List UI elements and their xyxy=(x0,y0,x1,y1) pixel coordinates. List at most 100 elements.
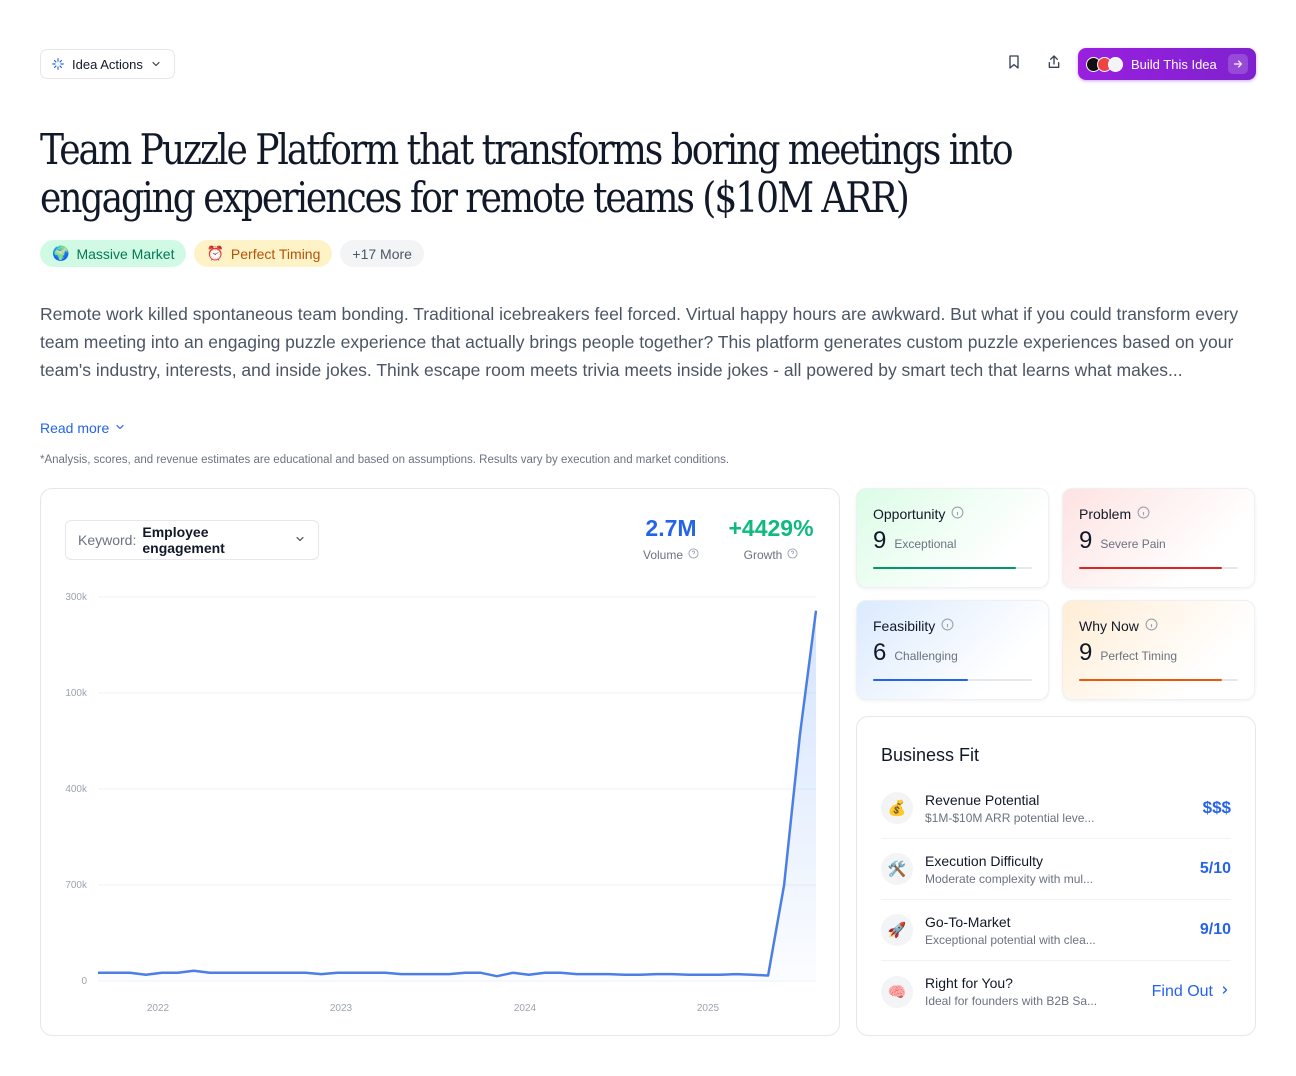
page-title: Team Puzzle Platform that transforms bor… xyxy=(40,125,1014,222)
score-value: 9 xyxy=(873,527,887,554)
idea-actions-button[interactable]: Idea Actions xyxy=(40,49,175,79)
score-value: 9 xyxy=(1079,639,1093,666)
tag-more[interactable]: +17 More xyxy=(340,240,424,267)
tag-label: Perfect Timing xyxy=(230,245,321,262)
build-this-idea-button[interactable]: Build This Idea xyxy=(1078,48,1256,80)
score-bar xyxy=(873,567,1017,569)
score-label: Feasibility xyxy=(873,618,936,634)
score-bar xyxy=(1079,567,1223,569)
read-more-link[interactable]: Read more xyxy=(40,420,126,436)
help-icon[interactable] xyxy=(688,548,699,562)
x-tick-label: 2025 xyxy=(697,1003,720,1014)
tag-list: 🌍 Massive Market ⏰ Perfect Timing +17 Mo… xyxy=(40,240,424,267)
tag-massive-market[interactable]: 🌍 Massive Market xyxy=(40,240,187,267)
disclaimer: *Analysis, scores, and revenue estimates… xyxy=(40,454,730,466)
row-value: 9/10 xyxy=(1199,921,1231,938)
x-tick-label: 2022 xyxy=(147,1003,170,1014)
bookmark-icon xyxy=(1006,54,1022,75)
sparkle-icon xyxy=(51,57,65,71)
partner-logos xyxy=(1086,56,1123,72)
row-label: Right for You? xyxy=(925,975,1013,991)
business-fit-card: Business Fit 💰 Revenue Potential $1M-$10… xyxy=(856,716,1256,1036)
money-bag-icon: 💰 xyxy=(881,792,913,824)
score-label: Why Now xyxy=(1079,618,1139,634)
rocket-icon: 🚀 xyxy=(881,914,913,946)
chevron-down-icon xyxy=(114,420,126,436)
tag-perfect-timing[interactable]: ⏰ Perfect Timing xyxy=(194,240,333,267)
help-icon[interactable] xyxy=(787,548,798,562)
score-value: 9 xyxy=(1079,527,1093,554)
row-label: Go-To-Market xyxy=(925,913,1011,930)
volume-label: Volume xyxy=(642,548,684,562)
score-desc: Perfect Timing xyxy=(1100,649,1178,663)
tag-label: Massive Market xyxy=(76,245,175,262)
info-icon[interactable] xyxy=(1137,506,1150,522)
business-fit-row-right-for-you[interactable]: 🧠 Right for You? Ideal for founders with… xyxy=(881,961,1231,1022)
score-desc: Exceptional xyxy=(894,537,957,551)
find-out-label: Find Out xyxy=(1151,982,1213,1000)
volume-value: 2.7M xyxy=(645,515,697,541)
row-value: 5/10 xyxy=(1199,860,1231,877)
row-sub: Ideal for founders with B2B Sa... xyxy=(925,994,1098,1008)
brain-icon: 🧠 xyxy=(881,975,913,1008)
logo-icon xyxy=(1108,56,1123,72)
bookmark-button[interactable] xyxy=(1000,50,1028,78)
info-icon[interactable] xyxy=(951,506,964,522)
y-tick-label: 100k xyxy=(65,688,88,699)
y-tick-label: 300k xyxy=(65,592,88,603)
globe-icon: 🌍 xyxy=(52,245,70,261)
row-label: Execution Difficulty xyxy=(925,852,1044,869)
info-icon[interactable] xyxy=(1145,618,1158,634)
score-label: Problem xyxy=(1079,506,1132,522)
chevron-down-icon xyxy=(294,532,306,548)
business-fit-title: Business Fit xyxy=(881,745,980,765)
score-card-why-now[interactable]: Why Now 9 Perfect Timing xyxy=(1062,600,1255,700)
row-label: Revenue Potential xyxy=(925,791,1040,808)
trend-chart-card: Keyword: Employee engagement 2.7M Volume… xyxy=(40,488,840,1036)
y-tick-label: 700k xyxy=(65,880,88,891)
business-fit-row-revenue[interactable]: 💰 Revenue Potential $1M-$10M ARR potenti… xyxy=(881,778,1231,839)
score-bar xyxy=(873,679,969,681)
keyword-select[interactable]: Keyword: Employee engagement xyxy=(65,520,319,560)
find-out-link[interactable]: Find Out xyxy=(1152,983,1231,1001)
score-bar xyxy=(1079,679,1223,681)
idea-actions-label: Idea Actions xyxy=(72,56,143,72)
row-sub: Moderate complexity with mul... xyxy=(925,871,1094,886)
growth-value: +4429% xyxy=(728,515,814,541)
chevron-right-icon xyxy=(1219,983,1231,1001)
score-desc: Challenging xyxy=(894,649,958,663)
score-desc: Severe Pain xyxy=(1100,537,1166,551)
score-value: 6 xyxy=(873,639,887,666)
business-fit-row-gtm[interactable]: 🚀 Go-To-Market Exceptional potential wit… xyxy=(881,900,1231,961)
share-icon xyxy=(1046,54,1062,75)
score-card-problem[interactable]: Problem 9 Severe Pain xyxy=(1062,488,1255,588)
alarm-clock-icon: ⏰ xyxy=(206,245,224,261)
growth-metric: +4429% Growth xyxy=(721,515,821,562)
trend-line xyxy=(98,610,818,978)
x-tick-label: 2024 xyxy=(514,1003,537,1014)
trend-chart: 300k 100k 400k 700k 0 2022 2023 2024 2025 xyxy=(65,592,818,1014)
y-tick-label: 400k xyxy=(65,784,88,795)
read-more-label: Read more xyxy=(40,420,110,436)
score-card-feasibility[interactable]: Feasibility 6 Challenging xyxy=(856,600,1049,700)
info-icon[interactable] xyxy=(941,618,954,634)
arrow-right-icon xyxy=(1228,54,1248,74)
chevron-down-icon xyxy=(150,58,162,70)
row-sub: Exceptional potential with clea... xyxy=(925,932,1096,947)
keyword-label: Keyword: xyxy=(78,532,137,548)
score-card-opportunity[interactable]: Opportunity 9 Exceptional xyxy=(856,488,1049,588)
growth-label: Growth xyxy=(743,548,783,562)
y-tick-label: 0 xyxy=(81,976,87,987)
business-fit-row-execution[interactable]: 🛠️ Execution Difficulty Moderate complex… xyxy=(881,839,1231,900)
share-button[interactable] xyxy=(1040,50,1068,78)
keyword-value: Employee engagement xyxy=(142,524,225,556)
row-sub: $1M-$10M ARR potential leve... xyxy=(925,810,1095,825)
score-label: Opportunity xyxy=(873,506,946,522)
idea-description: Remote work killed spontaneous team bond… xyxy=(40,304,1239,380)
row-value: $$$ xyxy=(1202,798,1231,817)
build-label: Build This Idea xyxy=(1131,56,1217,72)
volume-metric: 2.7M Volume xyxy=(639,515,703,562)
x-tick-label: 2023 xyxy=(330,1003,353,1014)
tag-label: +17 More xyxy=(352,245,412,262)
trend-area xyxy=(98,610,816,981)
